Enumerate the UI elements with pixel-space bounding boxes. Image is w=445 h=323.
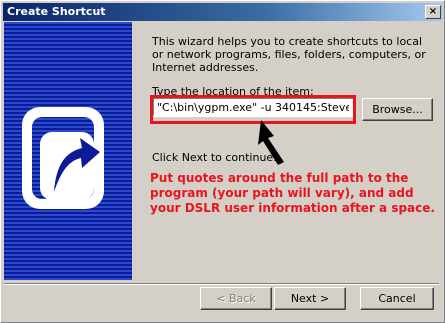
window-title: Create Shortcut bbox=[7, 5, 106, 18]
browse-button[interactable]: Browse... bbox=[362, 98, 433, 121]
title-bar[interactable]: Create Shortcut × bbox=[3, 3, 443, 21]
close-button[interactable]: × bbox=[425, 5, 441, 19]
footer-divider bbox=[4, 283, 439, 285]
back-button[interactable]: < Back bbox=[200, 287, 272, 310]
wizard-side-panel bbox=[4, 22, 132, 280]
shortcut-arrow-icon bbox=[4, 22, 132, 280]
wizard-intro-text: This wizard helps you to create shortcut… bbox=[152, 35, 426, 74]
click-next-text: Click Next to continue. bbox=[152, 151, 277, 164]
annotation-text: Put quotes around the full path to the p… bbox=[150, 171, 435, 215]
next-button[interactable]: Next > bbox=[274, 287, 346, 310]
cancel-button[interactable]: Cancel bbox=[360, 287, 434, 310]
